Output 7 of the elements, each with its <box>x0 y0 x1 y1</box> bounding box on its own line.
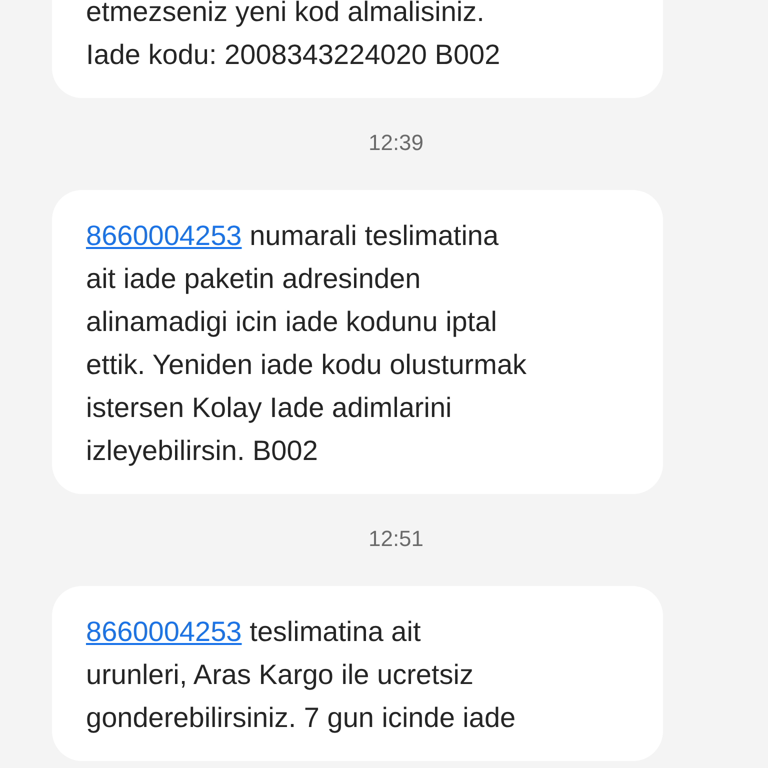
tracking-number-link[interactable]: 8660004253 <box>86 220 242 251</box>
message-text: 8660004253 teslimatina ait urunleri, Aras Kargo ile ucretsiz gonderebilirsiniz. 7 gun icinde iade <box>86 615 517 735</box>
message-text: etmezseniz yeni kod almalisiniz. Iade kodu: 2008343224020 B002 <box>86 0 502 72</box>
message-time: 12:39 <box>368 129 424 157</box>
message-time: 12:51 <box>368 525 424 553</box>
message-text: 8660004253 numarali teslimatina ait iade paketin adresinden alinamadigi icin iade kodunu iptal ettik. Yeniden iade kodu olusturmak istersen Kolay Iade adimlarini izleyebilirsin. B002 <box>86 219 528 468</box>
tracking-number-link[interactable]: 8660004253 <box>86 616 242 647</box>
